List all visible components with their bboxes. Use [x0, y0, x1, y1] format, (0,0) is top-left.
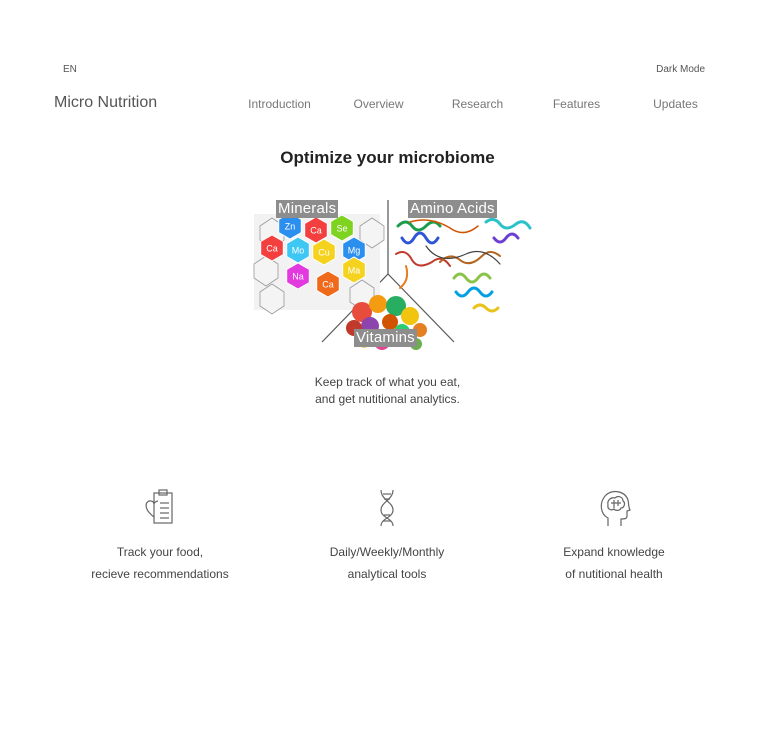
feature-knowledge: Expand knowledge of nutitional health	[524, 488, 704, 585]
nav-updates[interactable]: Updates	[626, 97, 725, 111]
nav-introduction[interactable]: Introduction	[230, 97, 329, 111]
feature-track-food: Track your food, recieve recommendations	[70, 488, 250, 585]
tagline-line-2: and get nutitional analytics.	[315, 392, 460, 406]
nutrient-collage: Zn Ca Se Ca Mo Cu Mg Na Ca Ma Minerals A…	[250, 196, 532, 368]
mineral-symbol: Ca	[310, 226, 322, 236]
mineral-symbol: Mg	[348, 246, 361, 256]
feature-3-line-2: of nutitional health	[565, 566, 663, 581]
language-selector[interactable]: EN	[63, 64, 77, 75]
mineral-symbol: Ma	[348, 266, 361, 276]
heart-clipboard-icon	[145, 489, 173, 524]
mineral-symbol: Zn	[285, 222, 296, 232]
feature-1-line-1: Track your food,	[116, 545, 204, 559]
brain-head-icon	[600, 490, 631, 526]
main-nav: Introduction Overview Research Features …	[230, 97, 725, 111]
dna-icon	[380, 489, 394, 527]
mineral-symbol: Cu	[318, 248, 330, 258]
vitamins-label: Vitamins	[354, 329, 417, 347]
mineral-symbol: Ca	[266, 244, 278, 254]
mineral-symbol: Mo	[292, 246, 305, 256]
feature-2-line-1: Daily/Weekly/Monthly	[329, 545, 445, 559]
mineral-symbol: Ca	[322, 280, 334, 290]
feature-3-line-1: Expand knowledge	[563, 545, 665, 559]
amino-acids-label: Amino Acids	[408, 200, 497, 218]
minerals-label: Minerals	[276, 200, 339, 218]
mineral-symbol: Na	[292, 272, 304, 282]
feature-1-line-2: recieve recommendations	[91, 566, 229, 581]
nav-overview[interactable]: Overview	[329, 97, 428, 111]
protein-ribbons	[395, 217, 532, 313]
tagline-line-1: Keep track of what you eat,	[314, 375, 461, 389]
hero-tagline: Keep track of what you eat, and get nuti…	[0, 374, 761, 408]
nav-features[interactable]: Features	[527, 97, 626, 111]
feature-2-line-2: analytical tools	[347, 566, 427, 581]
brand-logo[interactable]: Micro Nutrition	[54, 94, 157, 112]
mineral-symbol: Se	[336, 224, 347, 234]
dark-mode-toggle[interactable]: Dark Mode	[656, 64, 705, 75]
feature-analytics: Daily/Weekly/Monthly analytical tools	[297, 488, 477, 585]
page-title: Optimize your microbiome	[280, 148, 495, 167]
nav-research[interactable]: Research	[428, 97, 527, 111]
